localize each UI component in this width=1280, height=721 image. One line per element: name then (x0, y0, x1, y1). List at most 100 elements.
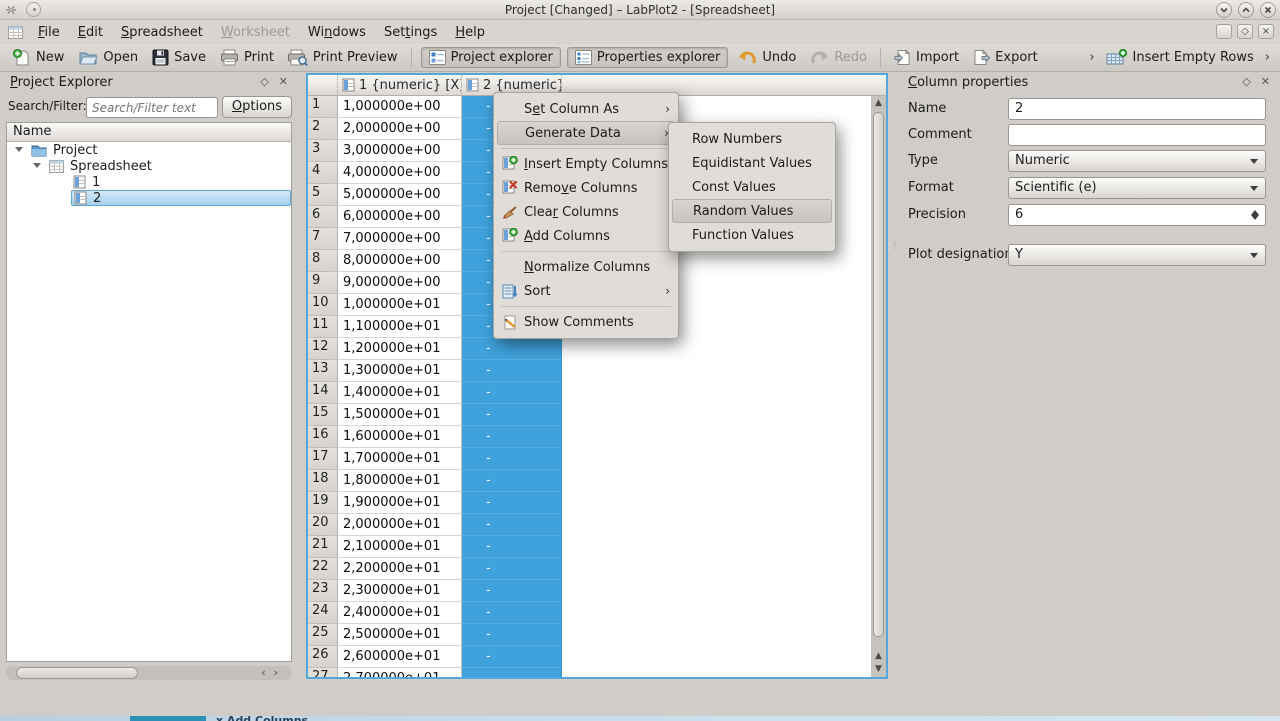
row-header[interactable]: 10... (308, 294, 338, 316)
menu-item-add-columns[interactable]: Add Columns (497, 224, 675, 248)
cell-col2-selected[interactable]: - (462, 448, 562, 470)
cell-col1[interactable]: 1,200000e+01 (338, 338, 462, 360)
row-header[interactable]: 3... (308, 140, 338, 162)
dock-float-icon[interactable]: ◇ (1242, 75, 1250, 88)
undo-button[interactable]: Undo (731, 48, 803, 68)
row-header[interactable]: 19... (308, 492, 338, 514)
menu-help[interactable]: Help (446, 21, 494, 44)
cell-col2-selected[interactable]: - (462, 514, 562, 536)
scroll-up-icon[interactable]: ▲ (871, 98, 886, 108)
row-header[interactable]: 27... (308, 668, 338, 677)
comment-field[interactable] (1008, 124, 1266, 146)
properties-explorer-toggle[interactable]: Properties explorer (567, 47, 729, 68)
cell-col2-selected[interactable]: - (462, 338, 562, 360)
tree-selection[interactable]: 2 (71, 190, 291, 206)
cell-col2-selected[interactable]: - (462, 470, 562, 492)
cell-col1[interactable]: 5,000000e+00 (338, 184, 462, 206)
search-input[interactable] (86, 97, 218, 118)
name-field[interactable]: 2 (1008, 98, 1266, 120)
tree-item-1[interactable]: 1 (7, 174, 291, 190)
row-header[interactable]: 8... (308, 250, 338, 272)
row-header[interactable]: 17... (308, 448, 338, 470)
row-header[interactable]: 22... (308, 558, 338, 580)
cell-col1[interactable]: 1,400000e+01 (338, 382, 462, 404)
scroll-up-icon[interactable]: ▲ (871, 651, 886, 661)
row-header[interactable]: 9... (308, 272, 338, 294)
export-button[interactable]: Export (966, 47, 1045, 68)
toolbar-overflow-chevron[interactable]: › (1261, 50, 1274, 65)
type-select[interactable]: Numeric (1008, 150, 1266, 172)
cell-col1[interactable]: 7,000000e+00 (338, 228, 462, 250)
mdi-close-button[interactable]: × (1258, 24, 1274, 39)
cell-col1[interactable]: 2,000000e+00 (338, 118, 462, 140)
cell-col1[interactable]: 2,000000e+01 (338, 514, 462, 536)
cell-col1[interactable]: 2,200000e+01 (338, 558, 462, 580)
menu-item-show-comments[interactable]: Show Comments (497, 310, 675, 334)
cell-col1[interactable]: 4,000000e+00 (338, 162, 462, 184)
menu-item-equidistant-values[interactable]: Equidistant Values (672, 151, 832, 175)
cell-col1[interactable]: 1,500000e+01 (338, 404, 462, 426)
tree-header-name[interactable]: Name (7, 123, 291, 142)
column-header-1[interactable]: 1 {numeric} [X] (338, 75, 462, 96)
cell-col1[interactable]: 1,300000e+01 (338, 360, 462, 382)
cell-col2-selected[interactable]: - (462, 624, 562, 646)
project-explorer-toggle[interactable]: Project explorer (421, 47, 561, 68)
menu-item-function-values[interactable]: Function Values (672, 223, 832, 247)
row-header[interactable]: 16... (308, 426, 338, 448)
cell-col1[interactable]: 2,400000e+01 (338, 602, 462, 624)
row-header[interactable]: 18... (308, 470, 338, 492)
row-header[interactable]: 14... (308, 382, 338, 404)
menu-worksheet[interactable]: Worksheet (212, 21, 299, 44)
print-button[interactable]: Print (213, 47, 281, 68)
cell-col1[interactable]: 3,000000e+00 (338, 140, 462, 162)
row-header[interactable]: 2... (308, 118, 338, 140)
cell-col2-selected[interactable]: - (462, 536, 562, 558)
scrollbar-thumb[interactable] (16, 667, 138, 679)
menu-item-random-values[interactable]: Random Values (672, 199, 832, 223)
menu-item-sort[interactable]: Sort› (497, 279, 675, 303)
row-header[interactable]: 26... (308, 646, 338, 668)
cell-col2-selected[interactable]: - (462, 580, 562, 602)
menu-item-remove-columns[interactable]: Remove Columns (497, 176, 675, 200)
menu-item-normalize-columns[interactable]: Normalize Columns (497, 255, 675, 279)
tree-item-body[interactable]: 1 (71, 174, 291, 190)
tree-item-body[interactable]: Project (29, 142, 291, 158)
cell-col1[interactable]: 1,700000e+01 (338, 448, 462, 470)
cell-col2-selected[interactable]: - (462, 646, 562, 668)
spin-down-icon[interactable] (1251, 215, 1259, 220)
cell-col1[interactable]: 1,800000e+01 (338, 470, 462, 492)
scroll-down-icon[interactable]: ▼ (871, 664, 886, 674)
cell-col1[interactable]: 1,600000e+01 (338, 426, 462, 448)
menu-item-const-values[interactable]: Const Values (672, 175, 832, 199)
menu-spreadsheet[interactable]: Spreadsheet (112, 21, 212, 44)
maximize-button[interactable] (1238, 2, 1254, 18)
cell-col2-selected[interactable]: - (462, 492, 562, 514)
open-button[interactable]: Open (71, 47, 145, 68)
scrollbar-thumb[interactable] (873, 112, 884, 637)
row-header[interactable]: 4... (308, 162, 338, 184)
cell-col1[interactable]: 2,600000e+01 (338, 646, 462, 668)
row-header[interactable]: 24... (308, 602, 338, 624)
cell-col2-selected[interactable]: - (462, 558, 562, 580)
cell-col2-selected[interactable]: - (462, 426, 562, 448)
close-button[interactable] (1260, 2, 1276, 18)
minimize-button[interactable] (1216, 2, 1232, 18)
cell-col1[interactable]: 1,000000e+01 (338, 294, 462, 316)
dock-close-icon[interactable]: ✕ (279, 75, 288, 88)
tree-item-spreadsheet[interactable]: Spreadsheet (7, 158, 291, 174)
row-header[interactable]: 21... (308, 536, 338, 558)
cell-col1[interactable]: 1,900000e+01 (338, 492, 462, 514)
vertical-scrollbar[interactable]: ▲ ▲ ▼ (871, 96, 886, 677)
new-button[interactable]: New (6, 47, 71, 69)
cell-col1[interactable]: 1,000000e+00 (338, 96, 462, 118)
row-header[interactable]: 12... (308, 338, 338, 360)
cell-col1[interactable]: 2,500000e+01 (338, 624, 462, 646)
redo-button[interactable]: Redo (803, 48, 874, 68)
menu-settings[interactable]: Settings (375, 21, 446, 44)
cell-col2-selected[interactable]: - (462, 602, 562, 624)
row-header[interactable]: 13... (308, 360, 338, 382)
cell-col2-selected[interactable]: - (462, 360, 562, 382)
row-header[interactable]: 1... (308, 96, 338, 118)
row-header[interactable]: 11... (308, 316, 338, 338)
dock-float-icon[interactable]: ◇ (260, 75, 268, 88)
